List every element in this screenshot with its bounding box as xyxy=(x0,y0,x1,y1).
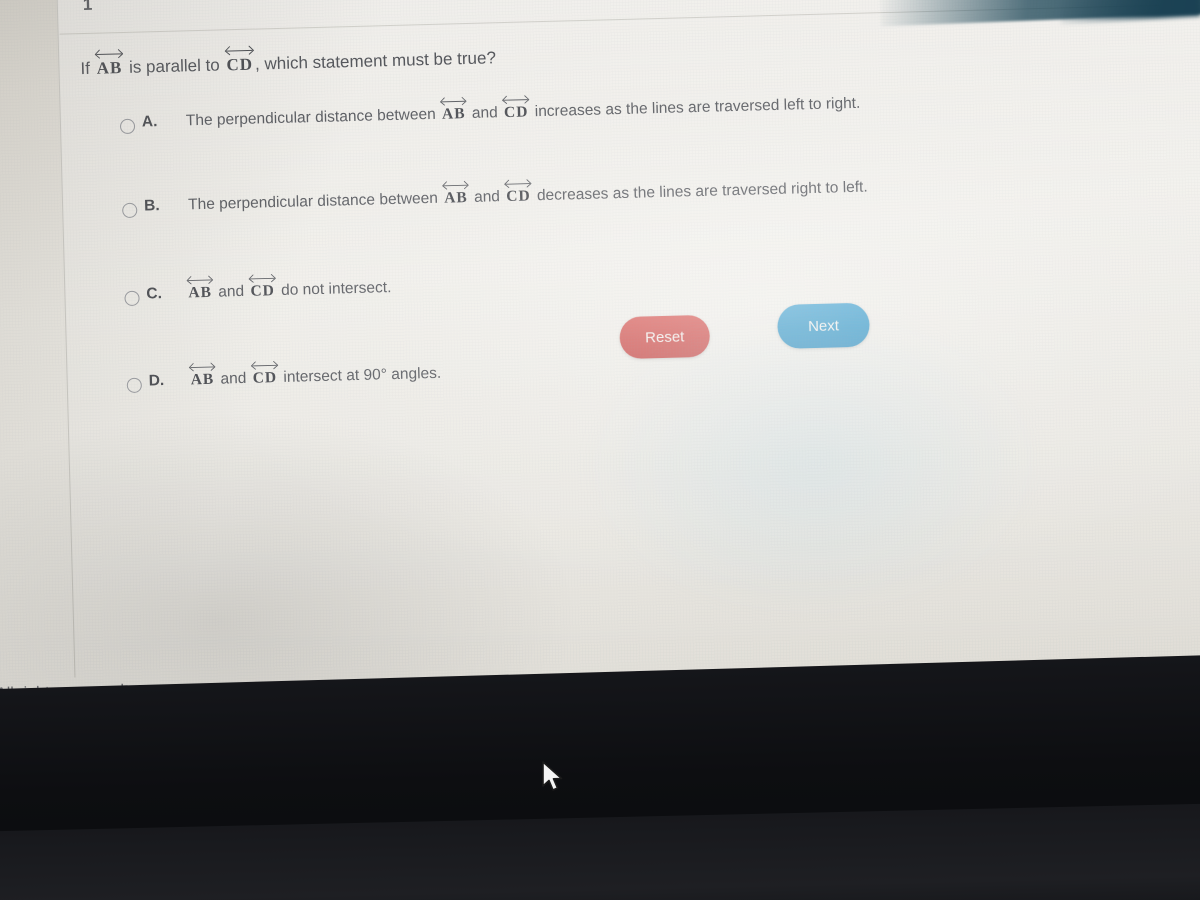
option-letter-a: A. xyxy=(141,113,158,131)
line-notation-ab: AB xyxy=(94,49,124,79)
line-notation-cd-label: CD xyxy=(506,187,531,206)
option-a-conj: and xyxy=(471,104,498,122)
stem-middle: is parallel to xyxy=(128,55,220,77)
option-b-conj: and xyxy=(473,188,501,206)
double-arrow-icon xyxy=(503,178,534,189)
line-notation-ab: AB xyxy=(188,363,216,390)
option-text-b: The perpendicular distance between AB an… xyxy=(188,179,868,215)
option-b-pre: The perpendicular distance between xyxy=(187,189,439,214)
option-text-d: AB and CD intersect at 90° angles. xyxy=(188,361,442,390)
line-notation-ab-label: AB xyxy=(96,58,123,78)
line-notation-cd-label: CD xyxy=(503,103,529,122)
line-notation-cd: CD xyxy=(248,274,277,301)
line-notation-cd: CD xyxy=(502,95,531,122)
line-notation-ab: AB xyxy=(440,97,468,124)
option-d-post: intersect at 90° angles. xyxy=(283,364,442,386)
option-d-conj: and xyxy=(220,369,247,388)
line-notation-ab-label: AB xyxy=(444,189,468,207)
line-notation-cd-label: CD xyxy=(250,282,276,300)
question-number: 1 xyxy=(82,0,93,15)
line-notation-cd-label: CD xyxy=(252,369,278,387)
option-c-conj: and xyxy=(218,282,245,301)
option-letter-c: C. xyxy=(146,285,163,303)
line-notation-cd: CD xyxy=(504,179,533,206)
radio-button-a[interactable] xyxy=(119,118,136,135)
reset-button[interactable]: Reset xyxy=(619,314,711,360)
line-notation-ab-label: AB xyxy=(190,370,215,389)
line-notation-cd: CD xyxy=(224,46,255,76)
answer-options: A. The perpendicular distance between AB xyxy=(114,84,1118,394)
answer-option-b[interactable]: B. The perpendicular distance between AB xyxy=(116,168,1117,236)
option-c-post: do not intersect. xyxy=(280,279,392,299)
option-a-post: increases as the lines are traversed lef… xyxy=(534,94,861,121)
line-notation-cd-label: CD xyxy=(226,54,254,75)
line-notation-cd: CD xyxy=(251,361,280,388)
option-text-c: AB and CD do not intersect. xyxy=(186,274,392,303)
next-button[interactable]: Next xyxy=(776,302,871,349)
option-a-pre: The perpendicular distance between xyxy=(185,105,436,130)
mouse-cursor xyxy=(540,760,566,794)
option-letter-d: D. xyxy=(148,372,165,390)
line-notation-ab: AB xyxy=(186,276,214,303)
stem-prefix: If xyxy=(80,58,91,79)
option-letter-b: B. xyxy=(143,197,160,215)
line-notation-ab: AB xyxy=(442,181,470,208)
radio-button-d[interactable] xyxy=(126,377,143,394)
option-b-post: decreases as the lines are traversed rig… xyxy=(536,178,868,205)
line-notation-ab-label: AB xyxy=(188,283,213,302)
radio-button-b[interactable] xyxy=(122,202,138,219)
radio-button-c[interactable] xyxy=(124,290,140,307)
photo-of-chromebook-screen: 1 If AB is parallel to CD, which stateme… xyxy=(0,0,1200,900)
double-arrow-icon xyxy=(441,179,471,190)
line-notation-ab-label: AB xyxy=(441,105,466,123)
chromebook-screen: 1 If AB is parallel to CD, which stateme… xyxy=(0,0,1200,734)
